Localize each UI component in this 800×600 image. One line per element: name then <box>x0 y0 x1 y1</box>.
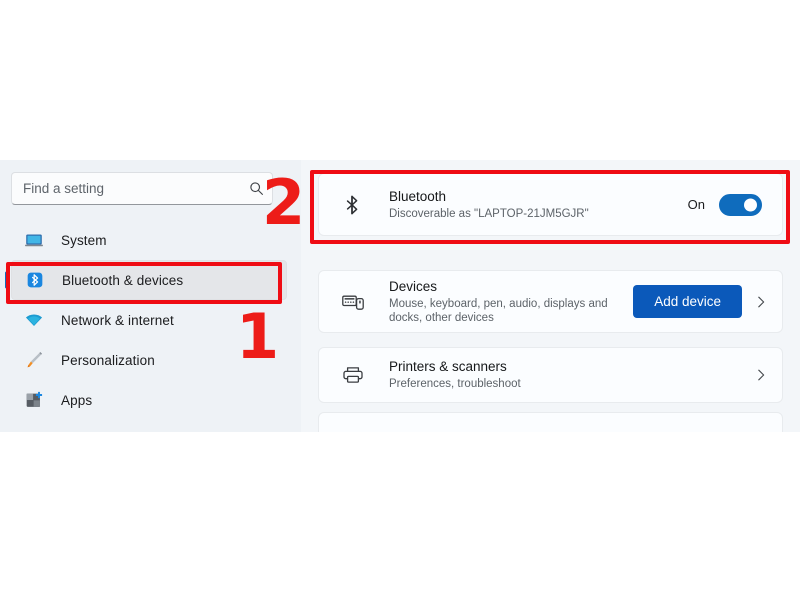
chevron-right-icon[interactable] <box>754 295 768 309</box>
bluetooth-icon <box>27 272 43 288</box>
devices-card-title: Devices <box>389 278 438 294</box>
devices-card-text: Devices Mouse, keyboard, pen, audio, dis… <box>389 279 633 325</box>
sidebar-item-label: Personalization <box>61 352 155 368</box>
bluetooth-card-text: Bluetooth Discoverable as "LAPTOP-21JM5G… <box>389 189 688 221</box>
printers-card-subtitle: Preferences, troubleshoot <box>389 378 521 390</box>
add-device-button[interactable]: Add device <box>633 285 742 318</box>
printers-scanners-card[interactable]: Printers & scanners Preferences, trouble… <box>318 347 783 403</box>
search-box[interactable] <box>11 172 273 205</box>
sidebar-item-system[interactable]: System <box>11 220 287 260</box>
sidebar-item-personalization[interactable]: Personalization <box>11 340 287 380</box>
screenshot-root: System Bluetooth & devices <box>0 0 800 600</box>
partial-card-below[interactable] <box>318 412 783 432</box>
monitor-icon <box>25 234 43 247</box>
sidebar-nav: System Bluetooth & devices Network & int… <box>0 220 301 420</box>
bluetooth-toggle-state-label: On <box>687 197 705 212</box>
paintbrush-icon <box>27 352 43 368</box>
toggle-knob <box>744 198 757 211</box>
search-icon <box>250 182 263 195</box>
sidebar-item-network-internet[interactable]: Network & internet <box>11 300 287 340</box>
wifi-icon <box>25 314 43 327</box>
content-pane: Bluetooth Discoverable as "LAPTOP-21JM5G… <box>301 160 800 432</box>
bluetooth-card[interactable]: Bluetooth Discoverable as "LAPTOP-21JM5G… <box>318 173 783 236</box>
printer-icon <box>343 367 363 383</box>
bluetooth-toggle[interactable] <box>719 193 762 216</box>
sidebar-item-label: Bluetooth & devices <box>62 272 184 288</box>
keyboard-mouse-icon <box>342 295 364 310</box>
bluetooth-toggle-area: On <box>687 193 768 216</box>
sidebar-item-bluetooth-devices[interactable]: Bluetooth & devices <box>11 260 287 300</box>
bluetooth-glyph-icon <box>346 195 358 214</box>
chevron-right-icon[interactable] <box>754 368 768 382</box>
sidebar-item-label: System <box>61 232 107 248</box>
devices-card[interactable]: Devices Mouse, keyboard, pen, audio, dis… <box>318 270 783 333</box>
sidebar-item-label: Network & internet <box>61 312 174 328</box>
printers-card-text: Printers & scanners Preferences, trouble… <box>389 359 754 391</box>
sidebar: System Bluetooth & devices <box>0 160 301 432</box>
apps-grid-icon <box>26 391 43 407</box>
printers-card-title: Printers & scanners <box>389 359 507 374</box>
sidebar-item-apps[interactable]: Apps <box>11 380 287 420</box>
bluetooth-card-subtitle: Discoverable as "LAPTOP-21JM5GJR" <box>389 207 589 220</box>
sidebar-item-label: Apps <box>61 392 93 408</box>
bluetooth-card-title: Bluetooth <box>389 188 447 204</box>
settings-window: System Bluetooth & devices <box>0 160 800 432</box>
devices-card-subtitle: Mouse, keyboard, pen, audio, displays an… <box>389 297 608 324</box>
search-input[interactable] <box>23 173 249 204</box>
